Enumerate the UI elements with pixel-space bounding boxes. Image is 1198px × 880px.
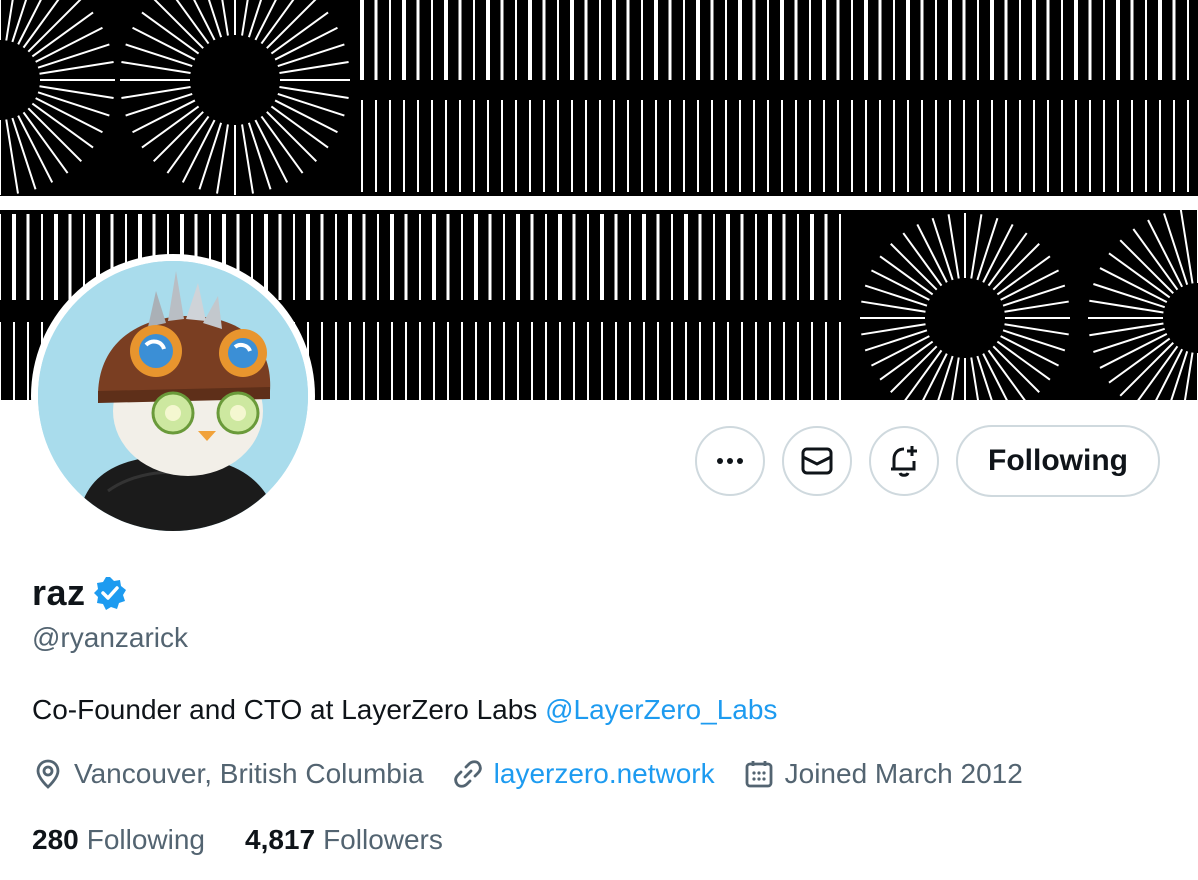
location-pin-icon xyxy=(36,759,60,789)
website-link[interactable]: layerzero.network xyxy=(494,758,715,790)
following-stat[interactable]: 280 Following xyxy=(32,824,205,856)
avatar-frame[interactable] xyxy=(31,254,315,538)
followers-label: Followers xyxy=(323,824,443,855)
bell-plus-icon xyxy=(891,446,917,477)
following-count: 280 xyxy=(32,824,79,855)
following-button[interactable]: Following xyxy=(956,425,1160,497)
location-text: Vancouver, British Columbia xyxy=(74,758,424,789)
display-name-row: raz xyxy=(32,572,128,614)
user-handle: @ryanzarick xyxy=(32,622,189,653)
following-label: Following xyxy=(86,824,205,855)
bio: Co-Founder and CTO at LayerZero Labs @La… xyxy=(32,694,777,726)
avatar[interactable] xyxy=(38,261,308,531)
location: Vancouver, British Columbia xyxy=(32,758,424,790)
join-date-text: Joined March 2012 xyxy=(784,758,1023,789)
more-icon xyxy=(717,458,743,464)
notify-button[interactable] xyxy=(869,426,939,496)
calendar-icon xyxy=(745,761,773,788)
bio-mention-link[interactable]: @LayerZero_Labs xyxy=(545,694,777,725)
message-button[interactable] xyxy=(782,426,852,496)
profile-meta: Vancouver, British Columbia layerzero.ne… xyxy=(32,758,1051,790)
followers-count: 4,817 xyxy=(245,824,316,855)
follow-stats: 280 Following 4,817 Followers xyxy=(32,824,443,856)
website: layerzero.network xyxy=(452,758,715,790)
followers-stat[interactable]: 4,817 Followers xyxy=(245,824,443,856)
penguin-avatar-art xyxy=(38,261,308,531)
verified-badge-icon[interactable] xyxy=(92,575,128,611)
join-date: Joined March 2012 xyxy=(743,758,1023,790)
bio-text: Co-Founder and CTO at LayerZero Labs xyxy=(32,694,538,725)
display-name: raz xyxy=(32,572,86,613)
profile-actions: Following xyxy=(695,425,1160,497)
more-button[interactable] xyxy=(695,426,765,496)
profile-page: Following raz @ryanzarick Co-Founder and… xyxy=(0,0,1198,880)
mail-icon xyxy=(801,447,833,475)
link-icon xyxy=(453,760,482,788)
